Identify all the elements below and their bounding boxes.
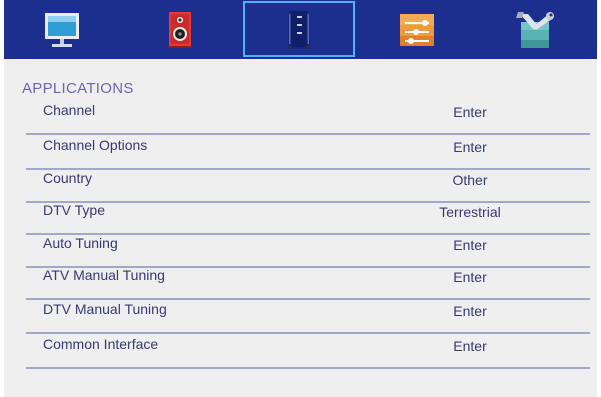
channel-icon: [288, 10, 310, 49]
menu-item-atv-manual-tuning[interactable]: ATV Manual Tuning Enter: [26, 265, 590, 300]
speaker-icon: [168, 11, 192, 48]
menu-item-value: Enter: [453, 269, 487, 285]
menu-item-auto-tuning[interactable]: Auto Tuning Enter: [26, 233, 590, 268]
menu-item-label: Channel Options: [43, 137, 148, 153]
section-title: APPLICATIONS: [22, 80, 134, 97]
menu-item-label: Common Interface: [43, 336, 159, 352]
menu-item-country[interactable]: Country Other: [26, 168, 590, 203]
menu-item-common-interface[interactable]: Common Interface Enter: [26, 334, 590, 369]
menu-item-value: Enter: [453, 338, 487, 354]
sliders-icon: [400, 13, 434, 46]
menu-item-channel-options[interactable]: Channel Options Enter: [26, 135, 590, 170]
menu-item-label: Country: [43, 170, 93, 186]
menu-item-value: Enter: [453, 237, 487, 253]
tab-function[interactable]: [359, 0, 475, 59]
menu-item-channel[interactable]: Channel Enter: [26, 100, 590, 135]
menu-item-label: Auto Tuning: [43, 235, 118, 251]
menu-item-dtv-manual-tuning[interactable]: DTV Manual Tuning Enter: [26, 299, 590, 334]
tools-icon: [516, 11, 554, 48]
menu-item-label: Channel: [43, 102, 96, 118]
menu-item-value: Enter: [453, 303, 487, 319]
menu-item-dtv-type[interactable]: DTV Type Terrestrial: [26, 200, 590, 235]
menu-item-label: DTV Manual Tuning: [43, 301, 167, 317]
tab-setup[interactable]: [477, 0, 593, 59]
menu-item-value: Terrestrial: [439, 204, 501, 220]
menu-item-value: Enter: [453, 104, 487, 120]
tab-picture[interactable]: [4, 0, 120, 59]
menu-item-value: Other: [452, 172, 488, 188]
tab-channel[interactable]: [241, 0, 357, 59]
tab-sound[interactable]: [122, 0, 238, 59]
menu-item-value: Enter: [453, 139, 487, 155]
menu-item-label: DTV Type: [43, 202, 105, 218]
menu-tab-bar: [4, 0, 597, 59]
menu-item-label: ATV Manual Tuning: [43, 267, 165, 283]
monitor-icon: [45, 12, 79, 47]
tv-menu-screen: APPLICATIONS Channel Enter Channel Optio…: [4, 0, 597, 397]
